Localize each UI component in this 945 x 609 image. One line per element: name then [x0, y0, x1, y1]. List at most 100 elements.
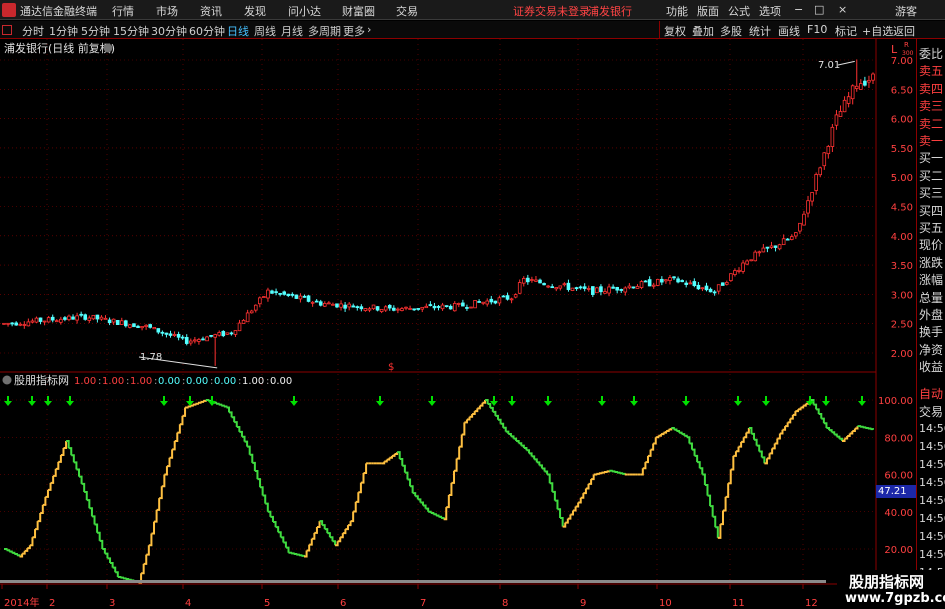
chart-settings-icon[interactable] [103, 43, 113, 53]
period-5min[interactable]: 5分钟 [81, 23, 110, 39]
right-panel-label: 收益 [919, 360, 944, 375]
oscillator-segment [779, 429, 784, 435]
menu-item-layout[interactable]: 版面 [697, 3, 719, 19]
stats-button[interactable]: 统计 [749, 23, 771, 39]
panel-toggle-icon[interactable] [2, 25, 12, 35]
indicator-settings-icon[interactable] [2, 375, 12, 385]
mark-button[interactable]: 标记 [835, 23, 857, 39]
period-daily[interactable]: 日线 [227, 23, 249, 39]
chart-area[interactable]: 浦发银行(日线 前复权) 股朋指标网 7.01 1.78 $ L R 300 7… [0, 39, 916, 609]
indicator-value: 0.00 [270, 376, 292, 387]
oscillator-segment [97, 531, 101, 541]
close-icon[interactable]: × [838, 3, 847, 16]
oscillator-segment [254, 470, 259, 480]
oscillator-segment [53, 468, 57, 477]
adjust-button[interactable]: 复权 [664, 23, 686, 39]
minimize-icon[interactable]: − [794, 3, 803, 16]
chevron-right-icon[interactable]: › [367, 23, 371, 36]
period-more[interactable]: 更多 [343, 23, 365, 39]
menu-item-function[interactable]: 功能 [666, 3, 688, 19]
candle-body [193, 339, 197, 342]
multi-stock-button[interactable]: 多股 [720, 23, 742, 39]
oscillator-segment [218, 403, 223, 406]
oscillator-segment [521, 444, 525, 448]
indicator-y-tick: 80.00 [884, 433, 913, 444]
guest-label[interactable]: 游客 [895, 3, 917, 19]
period-multi[interactable]: 多周期 [308, 23, 341, 39]
trade-label[interactable]: 交易 [919, 403, 943, 420]
f10-button[interactable]: F10 [807, 23, 827, 36]
chart-canvas[interactable]: 浦发银行(日线 前复权) 股朋指标网 7.01 1.78 $ L R 300 7… [0, 39, 916, 609]
period-weekly[interactable]: 周线 [254, 23, 276, 39]
draw-line-button[interactable]: 画线 [778, 23, 800, 39]
overlay-button[interactable]: 叠加 [692, 23, 714, 39]
oscillator-segment [270, 515, 274, 522]
period-15min[interactable]: 15分钟 [113, 23, 149, 39]
candle-body [777, 244, 782, 250]
candle-body [505, 295, 510, 300]
oscillator-segment [272, 520, 277, 528]
oscillator-segment [829, 429, 833, 433]
oscillator-segment [831, 431, 836, 435]
app-logo-icon [2, 3, 16, 17]
candle-body [152, 327, 157, 330]
value-separator: : [238, 376, 241, 387]
oscillator-segment [73, 461, 78, 470]
period-30min[interactable]: 30分钟 [151, 23, 187, 39]
menu-item-quotes[interactable]: 行情 [112, 3, 134, 19]
menu-item-ask[interactable]: 问小达 [288, 3, 321, 19]
oscillator-segment [720, 510, 724, 526]
candle-body [509, 298, 514, 301]
oscillator-segment [249, 453, 254, 463]
menu-item-wealth[interactable]: 财富圈 [342, 3, 375, 19]
buy-arrow-icon [160, 396, 168, 406]
back-button[interactable]: 返回 [893, 23, 915, 39]
oscillator-segment [177, 424, 181, 434]
login-notice[interactable]: 证券交易未登录 [513, 3, 590, 19]
oscillator-segment [179, 415, 184, 426]
menu-item-options[interactable]: 选项 [759, 3, 781, 19]
auto-mode-label[interactable]: 自动 [919, 385, 943, 402]
right-panel-label: 买五 [919, 221, 944, 235]
candle-body [408, 308, 412, 310]
oscillator-segment [689, 442, 693, 450]
period-1min[interactable]: 1分钟 [49, 23, 78, 39]
menu-item-formula[interactable]: 公式 [728, 3, 750, 19]
right-panel-label: 卖二 [919, 116, 944, 131]
candle-body [46, 317, 51, 323]
menu-item-trade[interactable]: 交易 [396, 3, 418, 19]
candle-body [95, 314, 100, 320]
oscillator-segment [47, 482, 52, 491]
candle-body [355, 306, 360, 308]
buy-arrow-icon [544, 396, 552, 406]
oscillator-segment [774, 438, 779, 445]
add-favorite-button[interactable]: +自选 [862, 23, 893, 39]
oscillator-segment [296, 553, 300, 556]
oscillator-segment [813, 403, 818, 410]
right-panel-label: 涨幅 [919, 273, 944, 288]
candle-body [144, 324, 148, 328]
candle-body [647, 279, 652, 287]
candle-body [128, 324, 132, 328]
candle-body [802, 213, 806, 226]
menu-item-discover[interactable]: 发现 [244, 3, 266, 19]
period-60min[interactable]: 60分钟 [189, 23, 225, 39]
oscillator-segment [857, 425, 862, 428]
oscillator-segment [756, 444, 761, 452]
period-intraday[interactable]: 分时 [22, 23, 44, 39]
oscillator-segment [94, 523, 99, 533]
menu-item-news[interactable]: 资讯 [200, 3, 222, 19]
oscillator-segment [293, 552, 298, 555]
candle-body [221, 330, 226, 337]
oscillator-segment [324, 528, 329, 534]
oscillator-segment [332, 540, 337, 546]
oscillator-segment [309, 538, 313, 546]
maximize-icon[interactable]: □ [814, 3, 824, 16]
menu-item-market[interactable]: 市场 [156, 3, 178, 19]
period-monthly[interactable]: 月线 [281, 23, 303, 39]
oscillator-segment [81, 482, 86, 492]
oscillator-segment [148, 533, 153, 547]
candle-body [392, 307, 396, 311]
oscillator-segment [340, 533, 344, 539]
oscillator-segment [285, 546, 290, 553]
